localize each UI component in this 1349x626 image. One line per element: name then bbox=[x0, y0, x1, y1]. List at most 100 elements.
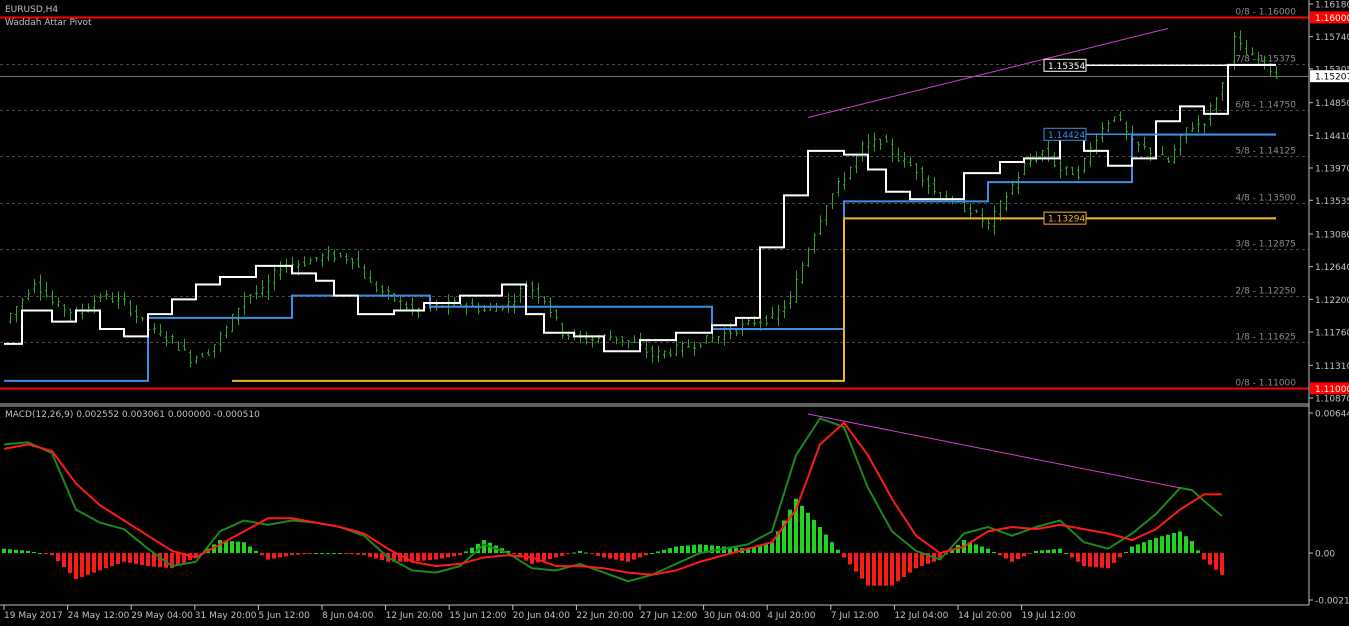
macd-histogram-bar bbox=[824, 534, 828, 554]
macd-histogram-bar bbox=[1076, 553, 1080, 562]
murrey-level-label: 1/8 - 1.11625 bbox=[1235, 333, 1296, 343]
macd-histogram-bar bbox=[986, 548, 990, 554]
price-axis-label: 1.14410 bbox=[1315, 132, 1349, 142]
macd-histogram-bar bbox=[818, 526, 822, 554]
macd-histogram-bar bbox=[920, 553, 924, 567]
macd-histogram-bar bbox=[464, 551, 468, 554]
macd-histogram-bar bbox=[974, 544, 978, 554]
macd-histogram-bar bbox=[692, 544, 696, 554]
macd-histogram-bar bbox=[1214, 553, 1218, 570]
macd-histogram-bar bbox=[698, 544, 702, 554]
macd-histogram-bar bbox=[1052, 549, 1056, 554]
macd-histogram-bar bbox=[80, 553, 84, 577]
macd-histogram-bar bbox=[458, 553, 462, 556]
macd-histogram-bar bbox=[68, 553, 72, 574]
macd-histogram-bar bbox=[356, 553, 360, 555]
macd-histogram-bar bbox=[590, 553, 594, 555]
macd-histogram-bar bbox=[74, 553, 78, 580]
macd-histogram-bar bbox=[608, 553, 612, 559]
time-axis-label: 20 Jun 04:00 bbox=[513, 611, 570, 621]
macd-histogram-bar bbox=[806, 512, 810, 554]
macd-histogram-bar bbox=[56, 553, 60, 562]
macd-histogram-bar bbox=[32, 551, 36, 554]
macd-histogram-bar bbox=[1100, 553, 1104, 568]
macd-histogram-bar bbox=[50, 553, 54, 556]
macd-histogram-bar bbox=[1064, 553, 1068, 555]
macd-histogram-bar bbox=[998, 553, 1002, 556]
price-axis-label: 1.12640 bbox=[1315, 263, 1349, 273]
time-axis-label: 19 Jul 12:00 bbox=[1022, 611, 1076, 621]
macd-histogram-bar bbox=[866, 553, 870, 586]
time-axis-label: 24 May 12:00 bbox=[68, 611, 130, 621]
macd-histogram-bar bbox=[116, 553, 120, 564]
macd-histogram-bar bbox=[566, 553, 570, 555]
macd-histogram-bar bbox=[872, 553, 876, 586]
time-axis-label: 27 Jun 12:00 bbox=[640, 611, 697, 621]
murrey-level-label: 6/8 - 1.14750 bbox=[1235, 101, 1296, 111]
macd-histogram-bar bbox=[284, 553, 288, 557]
macd-histogram-bar bbox=[1010, 553, 1014, 562]
macd-histogram-bar bbox=[908, 553, 912, 573]
macd-histogram-bar bbox=[338, 553, 342, 555]
price-axis-label: 1.15740 bbox=[1315, 33, 1349, 43]
macd-histogram-bar bbox=[98, 553, 102, 571]
macd-histogram-bar bbox=[902, 553, 906, 577]
macd-histogram-bar bbox=[1178, 531, 1182, 554]
time-axis-label: 5 Jun 12:00 bbox=[258, 611, 310, 621]
macd-histogram-bar bbox=[1034, 550, 1038, 554]
murrey-level-label: 2/8 - 1.12250 bbox=[1235, 287, 1296, 297]
macd-histogram-bar bbox=[800, 505, 804, 554]
macd-histogram-bar bbox=[8, 549, 12, 554]
time-axis-label: 15 Jun 12:00 bbox=[449, 611, 506, 621]
macd-histogram-bar bbox=[344, 553, 348, 555]
time-axis-label: 7 Jul 12:00 bbox=[831, 611, 880, 621]
symbol-title: EURUSD,H4 bbox=[5, 5, 58, 15]
macd-histogram-bar bbox=[446, 553, 450, 558]
macd-histogram-bar bbox=[572, 552, 576, 554]
macd-histogram-bar bbox=[1184, 536, 1188, 554]
murrey-level-label: 5/8 - 1.14125 bbox=[1235, 147, 1296, 157]
murrey-level-label: 7/8 - 1.15375 bbox=[1235, 55, 1296, 65]
macd-histogram-bar bbox=[260, 553, 264, 556]
macd-histogram-bar bbox=[332, 553, 336, 555]
macd-histogram-bar bbox=[884, 553, 888, 586]
macd-histogram-bar bbox=[1220, 553, 1224, 575]
time-axis-label: 30 Jun 04:00 bbox=[704, 611, 761, 621]
macd-histogram-bar bbox=[308, 553, 312, 555]
macd-histogram-bar bbox=[638, 553, 642, 558]
macd-histogram-bar bbox=[26, 550, 30, 554]
price-axis-label: 1.12200 bbox=[1315, 296, 1349, 306]
macd-histogram-bar bbox=[362, 553, 366, 556]
macd-histogram-bar bbox=[14, 549, 18, 554]
murrey-level-label: 0/8 - 1.11000 bbox=[1235, 379, 1296, 389]
macd-histogram-bar bbox=[296, 553, 300, 555]
macd-axis-label: 0.006448 bbox=[1315, 410, 1349, 420]
macd-histogram-bar bbox=[668, 548, 672, 554]
macd-histogram-bar bbox=[896, 553, 900, 582]
price-axis-flag-label: 1.15207 bbox=[1315, 73, 1349, 83]
price-axis-label: 1.11310 bbox=[1315, 362, 1349, 372]
macd-histogram-bar bbox=[122, 553, 126, 562]
macd-histogram-bar bbox=[92, 553, 96, 573]
macd-histogram-bar bbox=[848, 553, 852, 565]
macd-histogram-bar bbox=[104, 553, 108, 569]
macd-histogram-bar bbox=[548, 553, 552, 560]
macd-histogram-bar bbox=[554, 553, 558, 558]
price-axis-label: 1.14850 bbox=[1315, 99, 1349, 109]
macd-histogram-bar bbox=[272, 553, 276, 559]
time-axis-label: 14 Jul 20:00 bbox=[958, 611, 1012, 621]
mt4-chart[interactable]: 0/8 - 1.16000 7/8 - 1.15375 6/8 - 1.14750 5… bbox=[0, 0, 1349, 626]
macd-histogram-bar bbox=[1088, 553, 1092, 567]
macd-histogram-bar bbox=[770, 542, 774, 554]
macd-histogram-bar bbox=[1124, 551, 1128, 554]
macd-histogram-bar bbox=[632, 553, 636, 560]
macd-histogram-bar bbox=[428, 553, 432, 561]
time-axis-label: 29 May 04:00 bbox=[131, 611, 193, 621]
time-axis-label: 22 Jun 20:00 bbox=[576, 611, 633, 621]
macd-histogram-bar bbox=[584, 552, 588, 554]
macd-histogram-bar bbox=[812, 519, 816, 554]
macd-histogram-bar bbox=[146, 553, 150, 567]
macd-histogram-bar bbox=[368, 553, 372, 557]
macd-histogram-bar bbox=[2, 548, 6, 554]
price-axis-label: 1.13535 bbox=[1315, 197, 1349, 207]
